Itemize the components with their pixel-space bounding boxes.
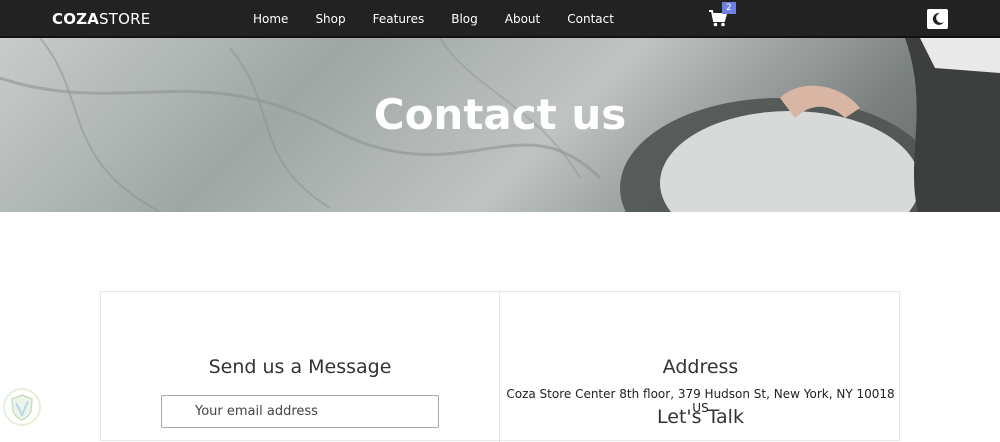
nav-link-contact[interactable]: Contact [567,12,614,26]
nav-link-blog[interactable]: Blog [451,12,478,26]
email-field[interactable] [195,404,425,419]
logo-light-text: STORE [99,10,151,28]
address-heading: Address [662,356,739,378]
page-title: Contact us [373,90,627,139]
nav-link-home[interactable]: Home [253,12,288,26]
cart-count-badge: 2 [722,2,736,14]
email-field-wrapper [161,395,439,428]
nav-links: Home Shop Features Blog About Contact [253,12,641,26]
contact-section: Send us a Message Address Coza Store Cen… [100,291,900,442]
logo[interactable]: COZASTORE [52,10,150,28]
contact-info-panel: Address Coza Store Center 8th floor, 379… [501,292,900,442]
dark-mode-toggle[interactable] [927,9,948,29]
form-heading: Send us a Message [208,356,392,378]
nav-link-shop[interactable]: Shop [315,12,345,26]
nav-link-about[interactable]: About [505,12,540,26]
logo-bold-text: COZA [52,10,100,28]
message-form-panel: Send us a Message [101,292,500,442]
top-navbar: COZASTORE Home Shop Features Blog About … [0,0,1000,38]
shield-badge-icon[interactable] [2,387,42,427]
lets-talk-heading: Let's Talk [657,406,744,428]
hero-banner: Contact us [0,38,1000,212]
cart-button[interactable]: 2 [708,2,736,29]
moon-icon [932,12,944,25]
nav-link-features[interactable]: Features [373,12,425,26]
